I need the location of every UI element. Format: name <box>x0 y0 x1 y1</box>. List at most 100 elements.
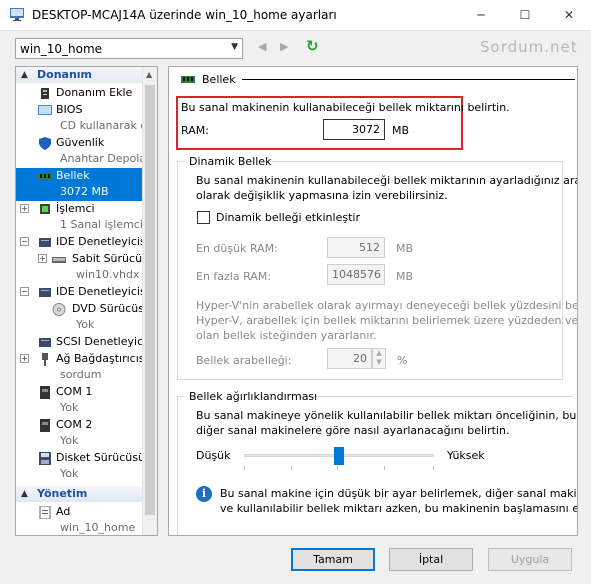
tree-item-name[interactable]: Ad win_10_home <box>16 504 142 535</box>
group-border <box>299 396 574 397</box>
group-border <box>562 161 563 379</box>
dynamic-memory-checkbox-label[interactable]: Dinamik belleği etkinleştir <box>216 211 360 224</box>
dynamic-desc-line-2: olarak değişiklik yapmasına izin verebil… <box>196 189 448 202</box>
expand-icon[interactable]: + <box>38 254 47 263</box>
com-port-icon <box>40 386 50 399</box>
max-ram-label: En fazla RAM: <box>196 270 272 283</box>
ok-button[interactable]: Tamam <box>291 548 375 571</box>
tree-item-com2[interactable]: COM 2 Yok <box>16 417 142 450</box>
weight-info-line-2: ve kullanılabilir bellek miktarı azken, … <box>220 502 577 515</box>
tree-item-diskette-drive[interactable]: Disket Sürücüsü Yok <box>16 450 145 483</box>
buffer-desc-line-1: Hyper-V'nin arabellek olarak ayırmayı de… <box>196 299 578 312</box>
bios-icon <box>38 105 52 115</box>
ide-controller-icon <box>39 238 51 247</box>
back-button[interactable]: ◀ <box>258 40 266 53</box>
min-ram-input[interactable]: 512 <box>327 237 385 258</box>
group-border <box>177 379 563 380</box>
add-hardware-icon <box>41 88 49 99</box>
buffer-desc-line-3: olan bellek isteğinden yararlanır. <box>196 329 377 342</box>
tree-item-processor[interactable]: + İşlemci 1 Sanal işlemci <box>16 201 143 234</box>
slider-tick <box>337 466 338 470</box>
refresh-button[interactable]: ↻ <box>306 37 319 55</box>
tree-item-security[interactable]: Güvenlik Anahtar Depolam <box>16 135 157 168</box>
forward-button[interactable]: ▶ <box>280 40 288 53</box>
slider-low-label: Düşük <box>196 449 231 462</box>
hyper-v-icon <box>10 8 24 21</box>
group-border <box>177 396 185 397</box>
shield-icon <box>39 137 51 150</box>
tree-item-ide-controller-1[interactable]: − IDE Denetleyicisi 1 <box>16 284 157 301</box>
slider-tick <box>291 466 292 470</box>
hard-drive-icon <box>52 257 66 263</box>
tree-item-hard-drive[interactable]: + Sabit Sürücü win10.vhdx <box>16 251 142 284</box>
collapse-icon[interactable]: − <box>20 287 29 296</box>
watermark: Sordum.net <box>480 38 578 56</box>
buffer-desc-line-2: Hyper-V, arabellek için bellek miktarını… <box>196 314 578 327</box>
buffer-input[interactable]: 20 <box>327 348 372 369</box>
settings-tree: ▲ Donanım Donanım Ekle BIOS CD kullanara… <box>15 66 158 536</box>
dynamic-memory-title: Dinamik Bellek <box>189 155 272 168</box>
tree-vertical-scrollbar[interactable]: ▲ <box>142 67 157 535</box>
ram-label: RAM: <box>181 124 209 137</box>
section-divider <box>242 79 575 80</box>
buffer-spinner[interactable]: ▲ ▼ <box>372 348 386 369</box>
ide-controller-icon <box>39 288 51 297</box>
title-bar: DESKTOP-MCAJ14A üzerinde win_10_home aya… <box>0 0 591 31</box>
section-title: Bellek <box>202 73 236 86</box>
slider-tick <box>433 466 434 470</box>
expand-icon[interactable]: + <box>20 204 29 213</box>
group-border <box>177 396 178 535</box>
tree-item-scsi-controller[interactable]: SCSI Denetleyicisi <box>16 334 155 351</box>
window-title: DESKTOP-MCAJ14A üzerinde win_10_home aya… <box>32 8 337 22</box>
hardware-section-header[interactable]: ▲ Donanım <box>16 67 142 83</box>
scrollbar-thumb[interactable] <box>145 85 155 515</box>
info-icon: i <box>196 486 212 502</box>
tree-item-network-adapter[interactable]: + Ağ Bağdaştırıcısı sordum <box>16 351 148 384</box>
slider-tick <box>244 466 245 470</box>
vm-select[interactable]: win_10_home ▼ <box>15 38 243 59</box>
slider-thumb[interactable] <box>334 447 344 465</box>
group-border <box>177 161 178 379</box>
dynamic-desc-line-1: Bu sanal makinenin kullanabileceği belle… <box>196 174 577 187</box>
processor-icon <box>40 204 50 214</box>
min-ram-unit: MB <box>396 242 414 255</box>
tree-item-com1[interactable]: COM 1 Yok <box>16 384 142 417</box>
max-ram-input[interactable]: 1048576 <box>327 264 385 285</box>
collapse-icon[interactable]: − <box>20 237 29 246</box>
weight-info-line-1: Bu sanal makine için düşük bir ayar beli… <box>220 487 577 500</box>
ram-input[interactable]: 3072 <box>323 119 385 140</box>
network-adapter-icon <box>42 353 48 366</box>
slider-high-label: Yüksek <box>447 449 485 462</box>
memory-weight-title: Bellek ağırlıklandırması <box>189 390 318 403</box>
max-ram-unit: MB <box>396 270 414 283</box>
chevron-down-icon: ▼ <box>231 42 238 52</box>
scsi-controller-icon <box>39 338 51 347</box>
minimize-button[interactable]: ─ <box>459 0 503 31</box>
tree-item-bios[interactable]: BIOS CD kullanarak önyü <box>16 102 157 135</box>
tree-item-ide-controller-0[interactable]: − IDE Denetleyicisi 0 <box>16 234 157 251</box>
collapse-icon: ▲ <box>21 489 28 499</box>
close-button[interactable]: ✕ <box>547 0 591 31</box>
dynamic-memory-checkbox[interactable] <box>197 211 210 224</box>
floppy-icon <box>39 452 51 465</box>
group-border <box>177 161 185 162</box>
apply-button[interactable]: Uygula <box>488 548 572 571</box>
weight-desc-line-2: diğer sanal makinelere göre nasıl ayarla… <box>196 424 510 437</box>
expand-icon[interactable]: + <box>20 354 29 363</box>
memory-icon <box>181 76 195 83</box>
min-ram-label: En düşük RAM: <box>196 242 278 255</box>
buffer-label: Bellek arabelleği: <box>196 354 292 367</box>
ram-unit: MB <box>392 124 410 137</box>
management-section-header[interactable]: ▲ Yönetim <box>16 486 142 502</box>
maximize-button[interactable]: ☐ <box>503 0 547 31</box>
cancel-button[interactable]: İptal <box>389 548 473 571</box>
tree-item-dvd-drive[interactable]: DVD Sürücüsü Yok <box>16 301 151 334</box>
dvd-icon <box>52 303 66 316</box>
weight-desc-line-1: Bu sanal makineye yönelik kullanılabilir… <box>196 409 577 422</box>
vm-select-value: win_10_home <box>20 42 103 56</box>
scroll-up-icon[interactable]: ▲ <box>146 70 152 79</box>
memory-intro: Bu sanal makinenin kullanabileceği belle… <box>181 101 510 114</box>
slider-tick <box>384 466 385 470</box>
tree-item-memory[interactable]: Bellek 3072 MB <box>16 168 142 201</box>
buffer-unit: % <box>397 354 408 367</box>
